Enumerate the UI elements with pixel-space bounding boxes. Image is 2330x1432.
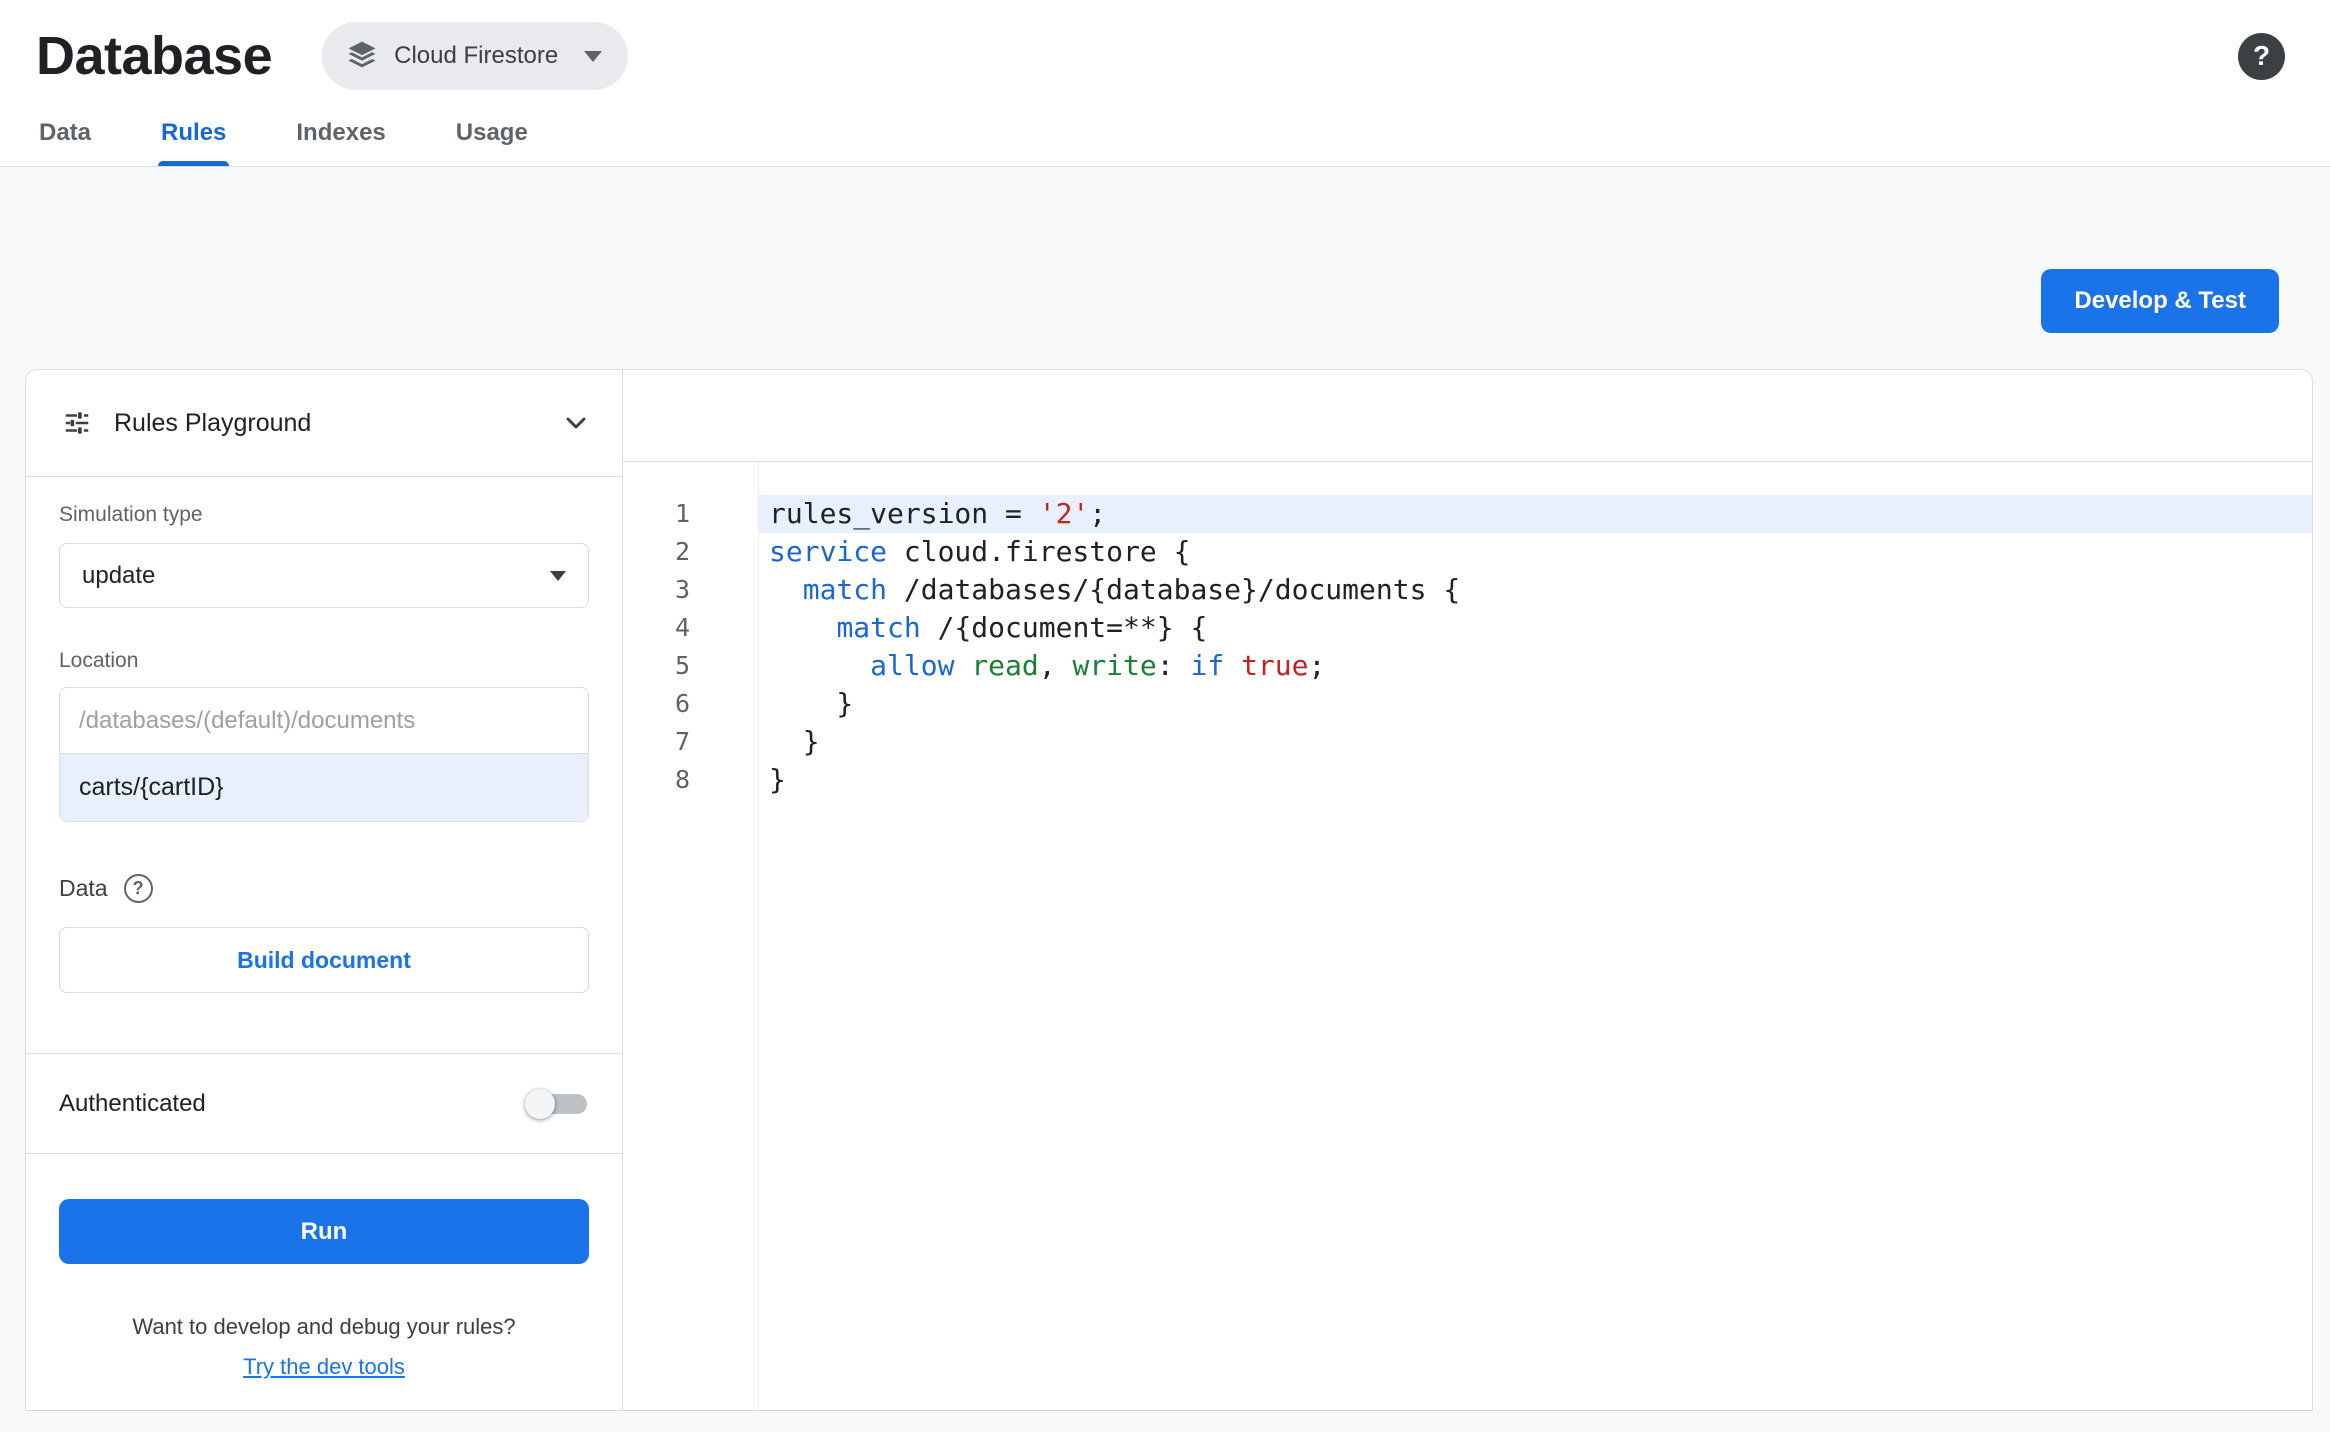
tabs: Data Rules Indexes Usage [0,100,2330,167]
line-number: 8 [674,765,690,794]
location-input[interactable] [79,773,569,802]
top-bar: Database Cloud Firestore ? Data Rules Inde… [0,0,2330,167]
rules-panel: Rules Playground Simulation type update … [25,369,2313,1411]
firestore-icon [344,38,380,74]
product-selector[interactable]: Cloud Firestore [322,22,629,90]
playground-header[interactable]: Rules Playground [26,370,622,477]
tab-data[interactable]: Data [36,100,94,166]
chevron-down-icon [584,50,603,62]
help-glyph: ? [2252,40,2271,71]
line-number: 5 [674,651,690,680]
code-line[interactable]: } [759,685,2312,723]
toggle-knob [525,1088,555,1119]
code-line[interactable]: match /{document=**} { [759,609,2312,647]
simulation-type-select[interactable]: update [59,543,589,608]
run-button[interactable]: Run [59,1199,589,1264]
data-help-glyph: ? [132,878,144,898]
playground-form: Simulation type update Location Data ? [26,477,622,993]
help-icon[interactable]: ? [2238,32,2285,80]
line-number: 4 [674,613,690,642]
code-line[interactable]: service cloud.firestore { [759,533,2312,571]
editor-gutter: 1 2 3 4 5 6 7 8 [623,462,759,1410]
editor-toolbar [623,370,2312,462]
line-number: 2 [674,537,690,566]
devtools-link-row: Try the dev tools [26,1354,622,1380]
run-wrap: Run [26,1154,622,1264]
code-line[interactable]: } [759,723,2312,761]
data-row: Data ? [59,874,589,903]
code-line[interactable]: match /databases/{database}/documents { [759,571,2312,609]
collapse-chevron-icon[interactable] [560,407,592,439]
tab-usage[interactable]: Usage [453,100,531,166]
line-number: 3 [674,575,690,604]
line-number: 6 [674,689,690,718]
line-number: 7 [674,727,690,756]
code-line[interactable]: rules_version = '2'; [759,495,2312,533]
authenticated-label: Authenticated [59,1089,206,1117]
rules-playground-sidebar: Rules Playground Simulation type update … [26,370,623,1410]
simulation-type-value: update [82,561,156,589]
location-prefix-input[interactable] [79,706,569,735]
actions-row: Develop & Test [0,269,2330,333]
editor-code[interactable]: rules_version = '2'; service cloud.firest… [759,462,2312,1410]
tab-rules[interactable]: Rules [158,100,230,166]
authenticated-toggle[interactable] [525,1088,589,1119]
editor-body: 1 2 3 4 5 6 7 8 rules_version = '2'; service clo… [623,462,2312,1410]
location-box [59,687,589,822]
data-help-icon[interactable]: ? [123,874,153,903]
tune-icon [62,408,92,438]
devtools-link[interactable]: Try the dev tools [243,1354,405,1379]
page-title: Database [36,26,273,86]
product-selector-label: Cloud Firestore [394,42,559,69]
location-label: Location [59,649,139,672]
location-prefix-row [60,688,588,754]
rules-editor: 1 2 3 4 5 6 7 8 rules_version = '2'; service clo… [623,370,2312,1410]
develop-test-button[interactable]: Develop & Test [2041,269,2279,333]
build-document-button[interactable]: Build document [59,927,589,993]
simulation-type-label: Simulation type [59,503,203,526]
app-header: Database Cloud Firestore ? [0,0,2330,100]
tab-indexes[interactable]: Indexes [293,100,388,166]
devtools-text: Want to develop and debug your rules? [132,1314,516,1339]
data-label: Data [59,875,108,901]
code-line[interactable]: } [759,761,2312,799]
authenticated-row: Authenticated [26,1054,622,1154]
location-value-row [60,754,588,821]
select-caret-icon [550,570,566,581]
playground-title: Rules Playground [114,408,312,437]
code-line[interactable]: allow read, write: if true; [759,647,2312,685]
line-number: 1 [674,499,690,528]
